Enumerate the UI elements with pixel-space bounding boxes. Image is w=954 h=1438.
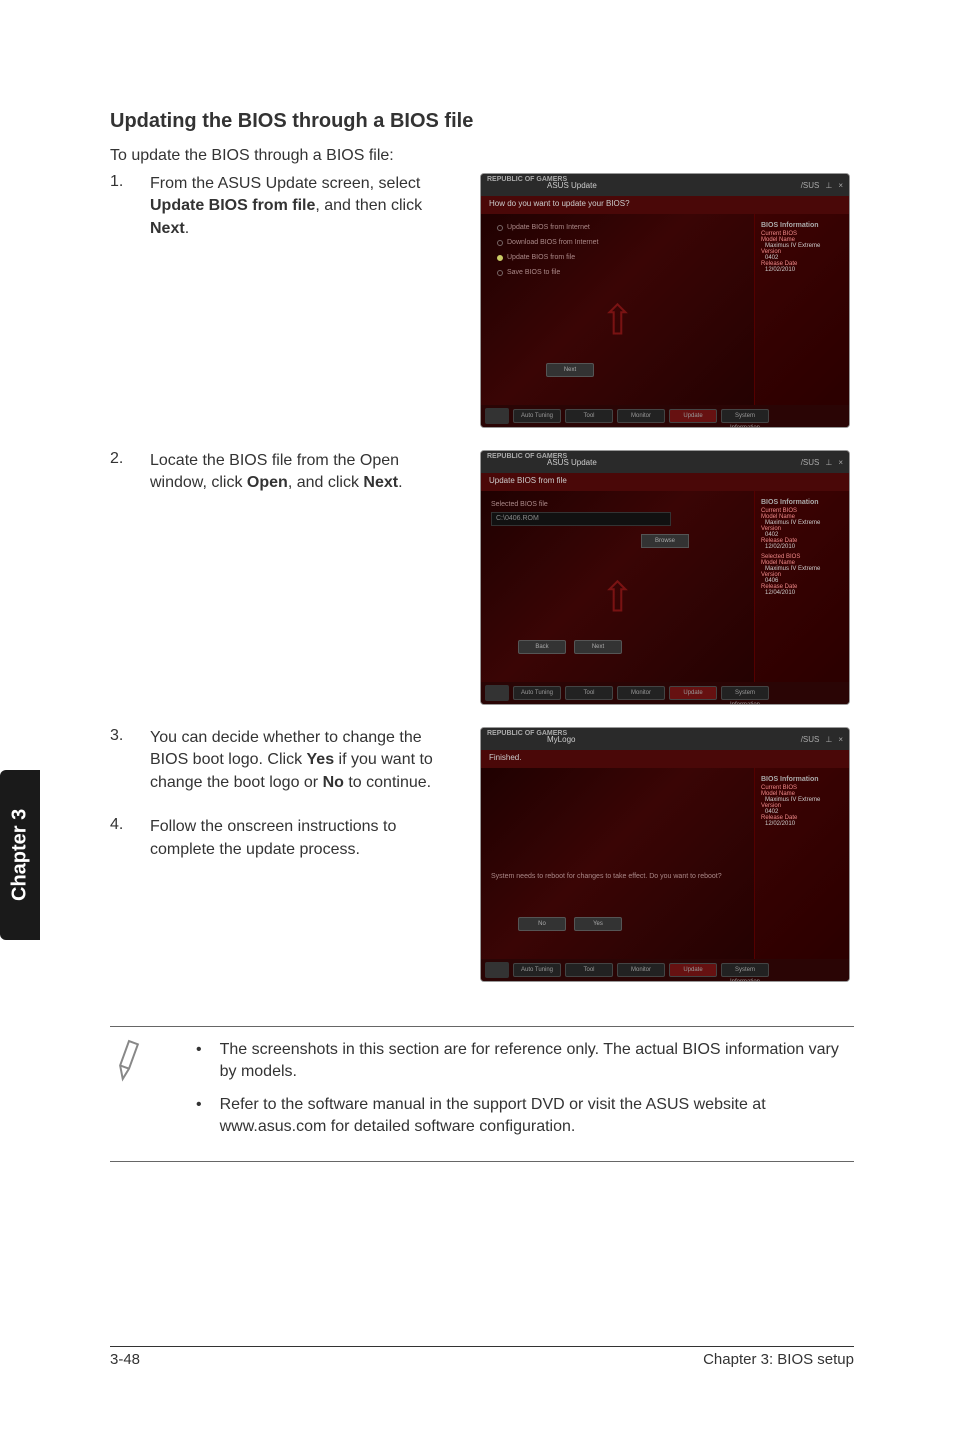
footer-update: Update — [669, 409, 717, 423]
dialog-subheader: Finished. — [481, 750, 849, 768]
rog-logo: REPUBLIC OF GAMERS — [487, 176, 567, 183]
next-button: Next — [574, 640, 622, 654]
step-text: From the ASUS Update screen, select Upda… — [150, 173, 480, 240]
step-text: Follow the onscreen instructions to comp… — [150, 816, 480, 861]
rog-logo: REPUBLIC OF GAMERS — [487, 730, 567, 737]
selected-file-label: Selected BIOS file — [491, 501, 744, 508]
close-icon: × — [838, 458, 843, 467]
step-number: 4. — [110, 816, 150, 834]
footer-monitor: Monitor — [617, 409, 665, 423]
chapter-side-tab: Chapter 3 — [0, 770, 40, 940]
footer-logo-icon — [485, 408, 509, 424]
screenshot-1: REPUBLIC OF GAMERS ASUS Update /SUS ⊥ × … — [480, 173, 850, 428]
step-number: 1. — [110, 173, 150, 191]
bullet-icon: • — [196, 1094, 202, 1137]
step-text: Locate the BIOS file from the Open windo… — [150, 450, 480, 495]
footer-sysinfo: System Information — [721, 686, 769, 700]
footer-update: Update — [669, 686, 717, 700]
minimize-icon: ⊥ — [825, 181, 832, 190]
asus-logo: /SUS — [801, 181, 820, 190]
footer-sysinfo: System Information — [721, 409, 769, 423]
sidebar-title: BIOS Information — [761, 776, 843, 783]
footer-monitor: Monitor — [617, 686, 665, 700]
step-1: 1. From the ASUS Update screen, select U… — [110, 173, 480, 240]
step-3: 3. You can decide whether to change the … — [110, 727, 480, 794]
chapter-label: Chapter 3: BIOS setup — [703, 1351, 854, 1368]
note-item: • The screenshots in this section are fo… — [196, 1039, 854, 1082]
note-text: Refer to the software manual in the supp… — [220, 1094, 854, 1137]
bullet-icon: • — [196, 1039, 202, 1082]
file-path-input: C:\0406.ROM — [491, 512, 671, 526]
footer-monitor: Monitor — [617, 963, 665, 977]
back-button: Back — [518, 640, 566, 654]
radio-option-3: Update BIOS from file — [497, 254, 744, 261]
section-heading: Updating the BIOS through a BIOS file — [110, 110, 854, 133]
close-icon: × — [838, 735, 843, 744]
rog-logo: REPUBLIC OF GAMERS — [487, 453, 567, 460]
footer-autotuning: Auto Tuning — [513, 686, 561, 700]
step-text: You can decide whether to change the BIO… — [150, 727, 480, 794]
note-callout: • The screenshots in this section are fo… — [110, 1026, 854, 1162]
footer-tool: Tool — [565, 686, 613, 700]
yes-button: Yes — [574, 917, 622, 931]
asus-logo: /SUS — [801, 458, 820, 467]
screenshot-3: REPUBLIC OF GAMERS MyLogo /SUS ⊥ × Finis… — [480, 727, 850, 982]
footer-autotuning: Auto Tuning — [513, 409, 561, 423]
footer-update: Update — [669, 963, 717, 977]
step-4: 4. Follow the onscreen instructions to c… — [110, 816, 480, 861]
page-number: 3-48 — [110, 1351, 140, 1368]
reboot-message: System needs to reboot for changes to ta… — [491, 873, 744, 880]
browse-button: Browse — [641, 534, 689, 548]
footer-tool: Tool — [565, 963, 613, 977]
dialog-subheader: How do you want to update your BIOS? — [481, 196, 849, 214]
asus-logo: /SUS — [801, 735, 820, 744]
footer-logo-icon — [485, 962, 509, 978]
step-number: 3. — [110, 727, 150, 745]
minimize-icon: ⊥ — [825, 735, 832, 744]
footer-logo-icon — [485, 685, 509, 701]
footer-sysinfo: System Information — [721, 963, 769, 977]
footer-autotuning: Auto Tuning — [513, 963, 561, 977]
intro-text: To update the BIOS through a BIOS file: — [110, 147, 854, 165]
note-item: • Refer to the software manual in the su… — [196, 1094, 854, 1137]
sidebar-title: BIOS Information — [761, 499, 843, 506]
no-button: No — [518, 917, 566, 931]
next-button: Next — [546, 363, 594, 377]
radio-option-2: Download BIOS from Internet — [497, 239, 744, 246]
page-footer: 3-48 Chapter 3: BIOS setup — [110, 1346, 854, 1368]
dialog-subheader: Update BIOS from file — [481, 473, 849, 491]
pencil-note-icon — [110, 1039, 156, 1149]
upload-arrow-icon: ⇧ — [600, 295, 635, 344]
sidebar-title: BIOS Information — [761, 222, 843, 229]
screenshot-2: REPUBLIC OF GAMERS ASUS Update /SUS ⊥ × … — [480, 450, 850, 705]
step-number: 2. — [110, 450, 150, 468]
step-2: 2. Locate the BIOS file from the Open wi… — [110, 450, 480, 495]
close-icon: × — [838, 181, 843, 190]
note-text: The screenshots in this section are for … — [220, 1039, 854, 1082]
minimize-icon: ⊥ — [825, 458, 832, 467]
radio-option-4: Save BIOS to file — [497, 269, 744, 276]
footer-tool: Tool — [565, 409, 613, 423]
radio-option-1: Update BIOS from Internet — [497, 224, 744, 231]
upload-arrow-icon: ⇧ — [600, 572, 635, 621]
